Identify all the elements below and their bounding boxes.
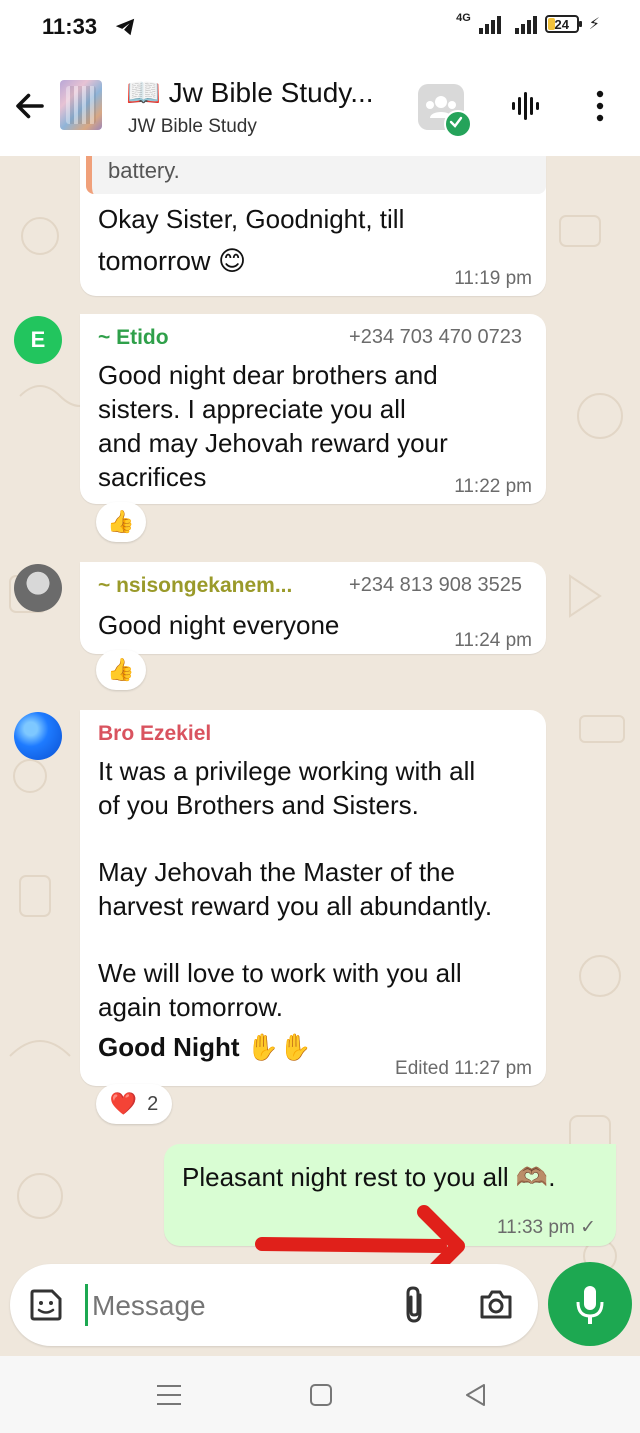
message-text: Good night everyone — [98, 610, 340, 640]
message-time: 11:22 pm — [454, 476, 532, 497]
sender-name[interactable]: ~ Etido — [98, 326, 169, 350]
avatar[interactable] — [14, 712, 62, 760]
sender-phone[interactable]: +234 813 908 3525 — [349, 574, 522, 597]
sender-name[interactable]: ~ nsisongekanem... — [98, 574, 292, 598]
message-text-line: Okay Sister, Goodnight, till — [98, 204, 405, 234]
reaction-badge[interactable]: ❤️ 2 — [96, 1084, 172, 1124]
more-options-icon[interactable] — [590, 88, 610, 124]
message-time: 11:19 pm — [454, 268, 532, 289]
chat-subtitle[interactable]: JW Bible Study — [128, 116, 257, 138]
reaction-badge[interactable]: 👍 — [96, 502, 146, 542]
attach-icon[interactable] — [396, 1285, 432, 1325]
sender-name[interactable]: Bro Ezekiel — [98, 722, 211, 746]
reaction-badge[interactable]: 👍 — [96, 650, 146, 690]
avatar-letter: E — [30, 327, 46, 352]
sticker-icon[interactable] — [26, 1285, 66, 1325]
status-time: 11:33 — [42, 14, 98, 39]
message-text: Pleasant night rest to you all 🫶🏽. — [182, 1162, 556, 1192]
text-cursor — [85, 1284, 88, 1326]
telegram-icon — [115, 18, 135, 36]
recent-apps-icon[interactable] — [154, 1382, 184, 1408]
microphone-icon — [576, 1286, 604, 1324]
message-input[interactable] — [90, 1282, 384, 1330]
message-bubble[interactable]: battery. Okay Sister, Goodnight, till to… — [80, 156, 546, 296]
status-icons: 4G 24 ⚡ — [456, 12, 600, 34]
avatar[interactable] — [14, 564, 62, 612]
message-text-line: Good night dear brothers and — [98, 360, 438, 390]
reaction-emoji: ❤️ — [109, 1091, 138, 1116]
voice-chat-icon[interactable] — [508, 88, 544, 124]
message-time: 11:33 pm ✓ — [496, 1217, 596, 1238]
reaction-emoji: 👍 — [107, 509, 135, 534]
message-text-line: again tomorrow. — [98, 992, 283, 1022]
back-arrow-icon[interactable] — [12, 88, 48, 124]
message-bold-text: Good Night ✋✋ — [98, 1032, 312, 1062]
outgoing-message-bubble[interactable]: Pleasant night rest to you all 🫶🏽. 11:33… — [164, 1144, 616, 1246]
mic-button[interactable] — [548, 1262, 632, 1346]
charging-icon: ⚡ — [588, 16, 600, 33]
reaction-count: 2 — [147, 1092, 159, 1115]
message-text-line: sacrifices — [98, 462, 207, 492]
chat-area[interactable]: battery. Okay Sister, Goodnight, till to… — [0, 156, 640, 1356]
message-text-line: It was a privilege working with all — [98, 756, 476, 786]
message-bubble[interactable]: ~ Etido +234 703 470 0723 Good night dea… — [80, 314, 546, 504]
message-text-line: harvest reward you all abundantly. — [98, 891, 493, 921]
reaction-emoji: 👍 — [107, 657, 135, 682]
battery-level: 24 — [554, 16, 569, 32]
camera-icon[interactable] — [476, 1285, 516, 1325]
sender-phone[interactable]: +234 703 470 0723 — [349, 326, 522, 349]
quoted-text: battery. — [108, 158, 180, 183]
chat-header: 📖 Jw Bible Study... JW Bible Study — [0, 58, 640, 156]
message-bubble[interactable]: Bro Ezekiel It was a privilege working w… — [80, 710, 546, 1086]
message-text-line: tomorrow 😊 — [98, 246, 247, 276]
network-type: 4G — [456, 12, 471, 24]
message-text-line: May Jehovah the Master of the — [98, 857, 455, 887]
message-bubble[interactable]: ~ nsisongekanem... +234 813 908 3525 Goo… — [80, 562, 546, 654]
signal-icon-2 — [514, 14, 537, 34]
message-text-line: We will love to work with you all — [98, 958, 462, 988]
message-composer — [10, 1264, 538, 1346]
verified-check-icon — [444, 110, 472, 138]
back-nav-icon[interactable] — [462, 1382, 488, 1408]
home-icon[interactable] — [308, 1382, 334, 1408]
chat-title[interactable]: 📖 Jw Bible Study... — [126, 76, 374, 109]
system-nav-bar — [0, 1356, 640, 1433]
message-text-line: and may Jehovah reward your — [98, 428, 448, 458]
signal-icon — [478, 14, 501, 34]
message-text-line: sisters. I appreciate you all — [98, 394, 406, 424]
group-avatar[interactable] — [60, 80, 102, 130]
quoted-message[interactable]: battery. — [86, 156, 546, 194]
battery-icon: 24 — [544, 15, 582, 33]
status-bar: 11:33 4G 24 ⚡ — [0, 0, 640, 58]
message-time: Edited 11:27 pm — [395, 1058, 532, 1079]
message-time: 11:24 pm — [454, 630, 532, 651]
avatar[interactable]: E — [14, 316, 62, 364]
message-text-line: of you Brothers and Sisters. — [98, 790, 419, 820]
